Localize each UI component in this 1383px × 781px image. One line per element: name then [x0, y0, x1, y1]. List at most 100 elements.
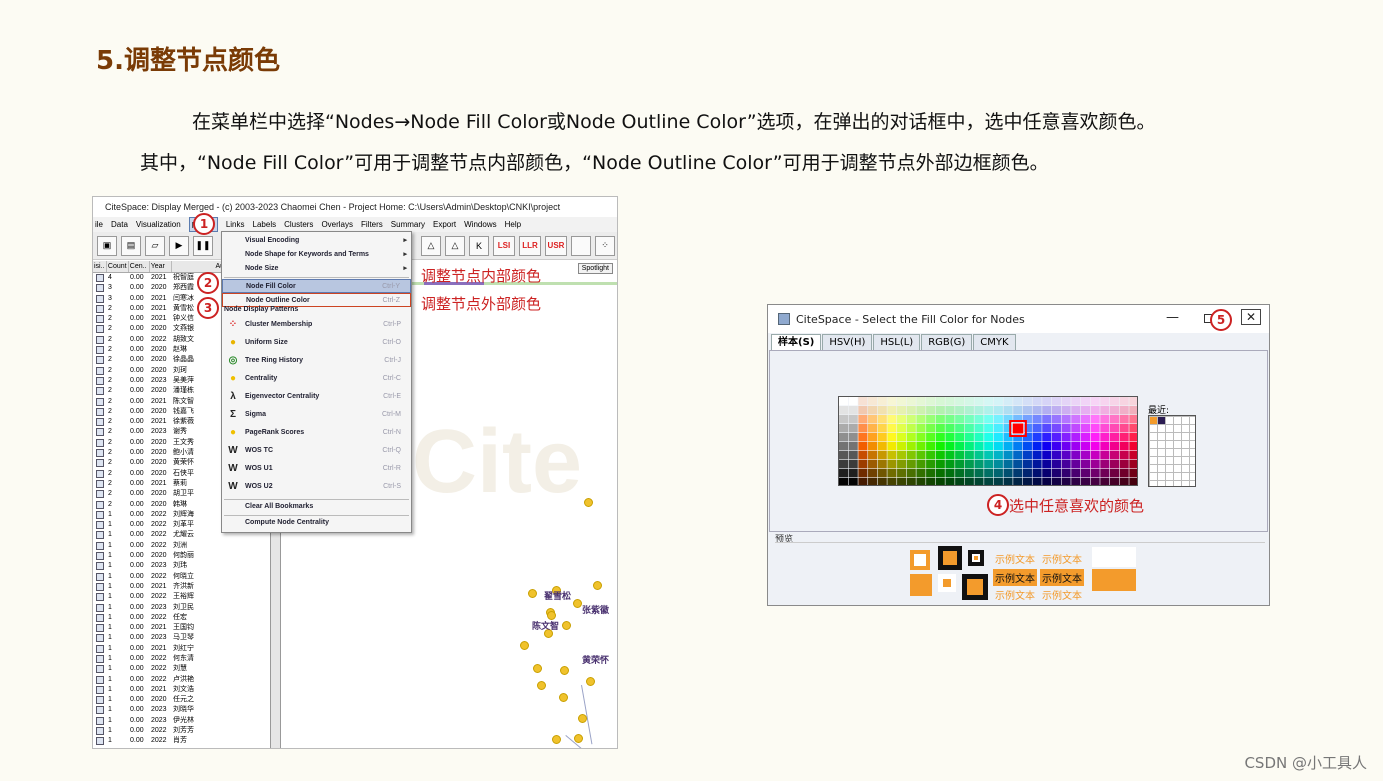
color-swatch[interactable] — [1071, 415, 1081, 424]
color-swatch[interactable] — [1013, 397, 1023, 406]
color-swatch[interactable] — [897, 415, 907, 424]
color-swatch[interactable] — [1071, 460, 1081, 469]
color-swatch[interactable] — [906, 397, 916, 406]
color-swatch[interactable] — [1051, 469, 1061, 478]
color-swatch[interactable] — [887, 451, 897, 460]
color-swatch[interactable] — [897, 469, 907, 478]
node-label[interactable]: 张紫徽 — [582, 603, 609, 616]
row-checkbox[interactable] — [96, 665, 104, 674]
color-swatch[interactable] — [1109, 451, 1120, 460]
color-swatch[interactable] — [848, 469, 858, 478]
color-swatch[interactable] — [858, 406, 868, 415]
color-swatch[interactable] — [906, 451, 916, 460]
color-swatch[interactable] — [848, 442, 858, 451]
color-swatch[interactable] — [1003, 406, 1013, 415]
kta-icon[interactable]: K — [469, 235, 489, 256]
row-checkbox[interactable] — [96, 552, 104, 561]
recent-swatches[interactable] — [1148, 415, 1196, 487]
col-header[interactable]: Year — [150, 261, 172, 272]
row-checkbox[interactable] — [96, 582, 104, 591]
table-row[interactable]: 1 0.00 2023 刘玮 — [93, 561, 270, 571]
color-swatch[interactable] — [858, 478, 868, 486]
color-swatch[interactable] — [1032, 460, 1042, 469]
row-checkbox[interactable] — [96, 397, 104, 406]
color-swatch[interactable] — [906, 424, 916, 433]
color-swatch[interactable] — [897, 460, 907, 469]
color-swatch[interactable] — [887, 397, 897, 406]
color-swatch[interactable] — [926, 424, 936, 433]
color-swatch[interactable] — [984, 397, 994, 406]
color-swatch[interactable] — [906, 442, 916, 451]
color-swatch[interactable] — [1013, 469, 1023, 478]
color-swatch[interactable] — [848, 406, 858, 415]
table-row[interactable]: 1 0.00 2022 刘芳芳 — [93, 726, 270, 736]
color-swatch[interactable] — [945, 451, 955, 460]
color-swatch[interactable] — [839, 460, 849, 469]
color-swatch[interactable] — [868, 460, 878, 469]
color-swatch[interactable] — [877, 469, 887, 478]
menu-item-node-outline-color[interactable]: Node Outline Color Ctrl-Z — [222, 293, 411, 307]
color-swatch[interactable] — [858, 469, 868, 478]
row-checkbox[interactable] — [96, 274, 104, 282]
color-swatch[interactable] — [1051, 397, 1061, 406]
color-swatch[interactable] — [1090, 442, 1100, 451]
color-swatch[interactable] — [848, 433, 858, 442]
color-swatch[interactable] — [1013, 460, 1023, 469]
color-swatch[interactable] — [964, 451, 974, 460]
row-checkbox[interactable] — [96, 644, 104, 653]
row-checkbox[interactable] — [96, 284, 104, 293]
color-swatch[interactable] — [945, 415, 955, 424]
color-swatch[interactable] — [906, 460, 916, 469]
color-swatch[interactable] — [848, 424, 858, 433]
color-swatch[interactable] — [993, 469, 1003, 478]
row-checkbox[interactable] — [96, 510, 104, 519]
color-swatch[interactable] — [916, 442, 926, 451]
network-node[interactable] — [578, 714, 587, 723]
color-swatch[interactable] — [887, 415, 897, 424]
row-checkbox[interactable] — [96, 685, 104, 694]
row-checkbox[interactable] — [96, 613, 104, 622]
menu-item-pattern[interactable]: ● PageRank Scores Ctrl-N — [222, 424, 411, 442]
color-swatch[interactable] — [955, 442, 965, 451]
color-swatch[interactable] — [1109, 460, 1120, 469]
color-swatch[interactable] — [964, 424, 974, 433]
menu-ile[interactable]: ile — [95, 217, 103, 232]
color-swatch[interactable] — [1022, 478, 1032, 486]
menu-item-pattern[interactable]: W WOS U1 Ctrl-R — [222, 460, 411, 478]
color-swatch[interactable] — [839, 478, 849, 486]
color-swatch[interactable] — [877, 415, 887, 424]
color-swatch[interactable] — [955, 433, 965, 442]
color-swatch[interactable] — [1119, 469, 1129, 478]
color-swatch[interactable] — [868, 469, 878, 478]
color-swatch[interactable] — [945, 424, 955, 433]
color-swatch[interactable] — [1061, 415, 1071, 424]
network-node[interactable] — [520, 641, 529, 650]
menu-item-pattern[interactable]: ◎ Tree Ring History Ctrl-J — [222, 352, 411, 370]
color-swatch[interactable] — [1109, 433, 1120, 442]
color-swatch[interactable] — [974, 460, 984, 469]
color-swatch[interactable] — [1003, 397, 1013, 406]
color-swatch[interactable] — [993, 406, 1003, 415]
color-swatch[interactable] — [1119, 433, 1129, 442]
color-swatch[interactable] — [1032, 424, 1042, 433]
menu-help[interactable]: Help — [505, 217, 521, 232]
color-swatch-grid[interactable] — [838, 396, 1138, 486]
color-swatch[interactable] — [1129, 397, 1138, 406]
pause-icon[interactable]: ❚❚ — [193, 235, 213, 256]
menu-item-pattern[interactable]: ● Centrality Ctrl-C — [222, 370, 411, 388]
color-swatch[interactable] — [1100, 478, 1110, 486]
color-swatch[interactable] — [945, 442, 955, 451]
color-swatch[interactable] — [1061, 460, 1071, 469]
table-row[interactable]: 1 0.00 2023 伊光林 — [93, 716, 270, 726]
row-checkbox[interactable] — [96, 634, 104, 643]
color-swatch[interactable] — [945, 478, 955, 486]
color-swatch[interactable] — [1119, 451, 1129, 460]
color-swatch[interactable] — [955, 478, 965, 486]
color-swatch[interactable] — [877, 442, 887, 451]
color-swatch[interactable] — [1080, 451, 1091, 460]
color-swatch[interactable] — [916, 460, 926, 469]
color-swatch[interactable] — [906, 415, 916, 424]
color-swatch[interactable] — [974, 397, 984, 406]
row-checkbox[interactable] — [96, 479, 104, 488]
menu-filters[interactable]: Filters — [361, 217, 383, 232]
